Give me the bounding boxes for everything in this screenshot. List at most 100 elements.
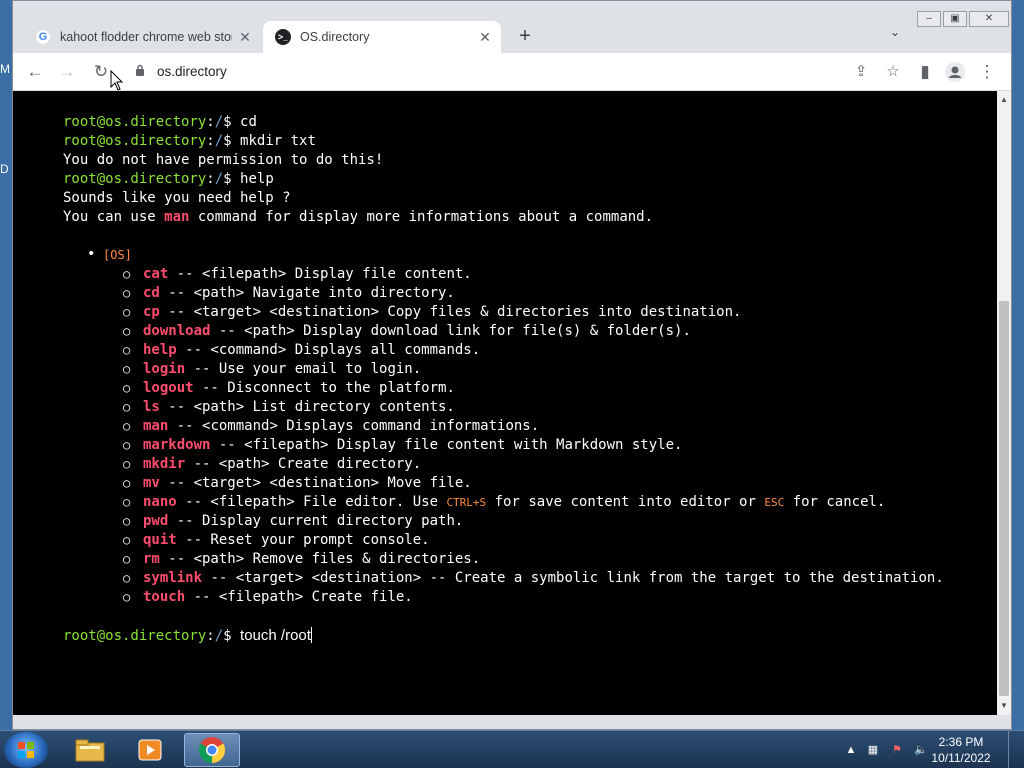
forward-button[interactable]: → (55, 60, 79, 84)
tab-title: OS.directory (300, 30, 370, 44)
action-center-flag-icon[interactable]: ⚑ (890, 743, 904, 757)
history-command-line: root@os.directory:/$ help (63, 170, 993, 189)
history-output-text: You do not have permission to do this! (63, 152, 384, 168)
command-description: -- Reset your prompt console. (176, 532, 430, 548)
terminal-page[interactable]: root@os.directory:/$ cd root@os.directory… (13, 91, 997, 715)
prompt-path: / (214, 133, 224, 149)
command-description-mid: for save content into editor or (486, 494, 765, 510)
scrollbar-thumb[interactable] (999, 301, 1009, 696)
prompt-input-line[interactable]: root@os.directory:/$ touch /root (63, 626, 993, 646)
command-name: cd (143, 285, 160, 301)
file-explorer-icon (75, 739, 105, 762)
mouse-cursor-icon (110, 70, 124, 91)
command-name: rm (143, 551, 160, 567)
scroll-down-arrow-icon[interactable]: ▼ (997, 699, 1011, 713)
command-list-item: mv -- <target> <destination> Move file. (123, 474, 993, 493)
share-icon[interactable]: ⇪ (851, 62, 871, 82)
shortcut-key: CTRL+S (446, 496, 487, 509)
command-list-item: mkdir -- <path> Create directory. (123, 455, 993, 474)
command-list-item: logout -- Disconnect to the platform. (123, 379, 993, 398)
tab-osdirectory[interactable]: >_ OS.directory ✕ (263, 21, 501, 53)
show-hidden-icons-chevron-icon[interactable]: ▲ (844, 743, 858, 757)
command-list-item: quit -- Reset your prompt console. (123, 531, 993, 550)
command-name: symlink (143, 570, 203, 586)
tab-search-chevron-icon[interactable]: ⌄ (885, 25, 905, 45)
prompt-colon: : (206, 628, 215, 644)
tab-strip: G kahoot flodder chrome web store ✕ >_ O… (13, 1, 1011, 53)
command-description: -- <path> Create directory. (185, 456, 422, 472)
prompt-input-text[interactable]: touch /root (240, 627, 311, 644)
side-panel-button[interactable]: ▮ (913, 60, 937, 84)
tab-close-icon[interactable]: ✕ (477, 29, 493, 45)
desktop-edge-letter-d: D (0, 162, 9, 176)
osdirectory-icon: >_ (275, 29, 291, 45)
command-name: man (143, 418, 169, 434)
window-close-button[interactable]: ✕ (969, 11, 1009, 27)
command-description: -- Disconnect to the platform. (193, 380, 455, 396)
media-player-icon (138, 739, 162, 761)
command-list: cat -- <filepath> Display file content.c… (123, 265, 993, 607)
desktop-edge-letter-m: M (0, 62, 10, 76)
command-name: download (143, 323, 211, 339)
prompt-colon: : (206, 171, 215, 187)
prompt-path: / (214, 171, 224, 187)
history-command-line: root@os.directory:/$ cd (63, 113, 993, 132)
new-tab-button[interactable]: + (513, 25, 537, 49)
taskbar-chrome[interactable] (184, 733, 240, 767)
bookmark-star-icon[interactable]: ☆ (883, 62, 903, 82)
more-menu-button[interactable]: ⋮ (975, 60, 999, 84)
maximize-button[interactable]: ▣ (943, 11, 967, 27)
command-description: -- <target> <destination> Move file. (159, 475, 472, 491)
shortcut-key: ESC (764, 496, 785, 509)
show-desktop-button[interactable] (1008, 731, 1024, 768)
command-description: -- <filepath> File editor. Use (176, 494, 447, 510)
minimize-button[interactable]: – (917, 11, 941, 27)
history-output-line: Sounds like you need help ? (63, 189, 993, 208)
address-bar[interactable]: os.directory ⇪ ☆ (121, 58, 921, 86)
command-name: markdown (143, 437, 211, 453)
url-text: os.directory (157, 64, 227, 79)
back-button[interactable]: ← (23, 60, 47, 84)
help-info-line: You can use man command for display more… (63, 208, 993, 227)
prompt-symbol: $ (223, 171, 232, 187)
tab-title: kahoot flodder chrome web store (60, 30, 232, 44)
windows-logo-icon (18, 742, 34, 758)
scroll-up-arrow-icon[interactable]: ▲ (997, 93, 1011, 107)
command-name: mv (143, 475, 160, 491)
command-name: logout (143, 380, 194, 396)
command-description: -- <path> Display download link for file… (210, 323, 691, 339)
system-clock[interactable]: 2:36 PM 10/11/2022 (926, 734, 996, 766)
taskbar-media-player[interactable] (122, 733, 178, 767)
command-name: login (143, 361, 186, 377)
command-list-item: login -- Use your email to login. (123, 360, 993, 379)
taskbar-file-explorer[interactable] (62, 733, 118, 767)
command-name: help (143, 342, 177, 358)
command-description: -- <path> Navigate into directory. (159, 285, 455, 301)
prompt-path: / (214, 628, 224, 644)
text-caret (310, 627, 312, 643)
tab-close-icon[interactable]: ✕ (237, 29, 253, 45)
command-name: quit (143, 532, 177, 548)
command-description: -- <path> List directory contents. (159, 399, 455, 415)
start-button[interactable] (4, 732, 48, 768)
command-description: -- Display current directory path. (168, 513, 464, 529)
command-group-label: [OS] (87, 245, 993, 265)
command-description-end: for cancel. (784, 494, 886, 510)
chrome-window: G kahoot flodder chrome web store ✕ >_ O… (12, 0, 1012, 730)
command-name: mkdir (143, 456, 186, 472)
command-list-item: cat -- <filepath> Display file content. (123, 265, 993, 284)
command-list-item: ls -- <path> List directory contents. (123, 398, 993, 417)
prompt-path: / (214, 114, 224, 130)
command-name: cat (143, 266, 169, 282)
command-list-item: man -- <command> Displays command inform… (123, 417, 993, 436)
command-description: -- <target> <destination> -- Create a sy… (202, 570, 944, 586)
vertical-scrollbar[interactable]: ▲ ▼ (997, 91, 1011, 715)
command-description: -- <command> Displays all commands. (176, 342, 481, 358)
network-icon[interactable]: ▦ (866, 743, 880, 757)
command-name: pwd (143, 513, 169, 529)
history-output-text: Sounds like you need help ? (63, 190, 291, 206)
tab-google-search[interactable]: G kahoot flodder chrome web store ✕ (25, 21, 261, 53)
history-command-text: cd (240, 114, 257, 130)
profile-button[interactable] (943, 60, 967, 84)
command-group: [OS] cat -- <filepath> Display file cont… (87, 245, 993, 607)
